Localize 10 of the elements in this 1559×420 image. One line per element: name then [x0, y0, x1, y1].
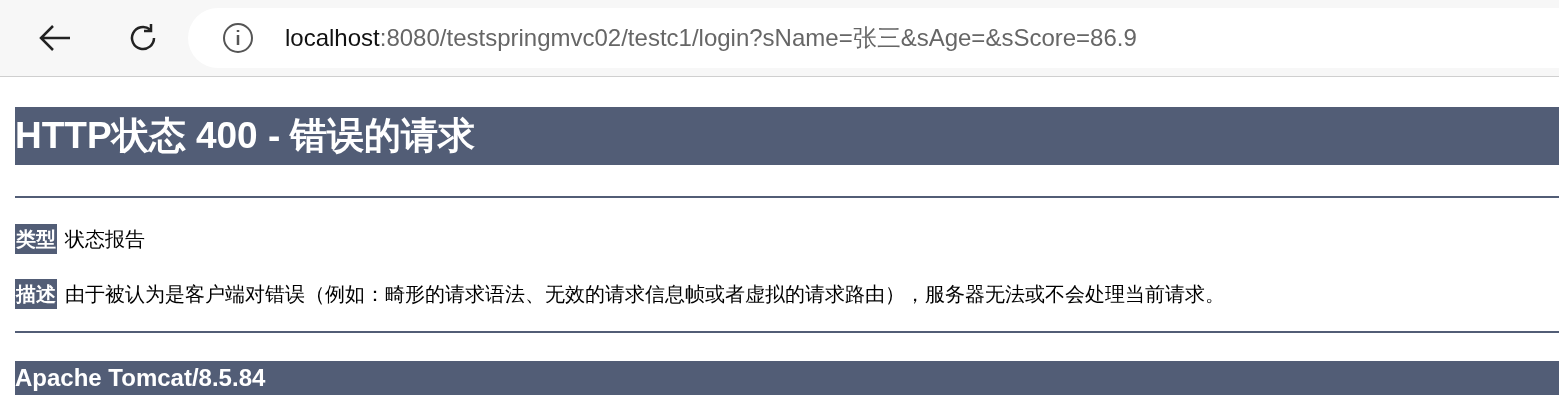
address-bar[interactable]: localhost:8080/testspringmvc02/testc1/login?sName=张三&sAge=&sScore=86.9 — [188, 8, 1559, 68]
field-value: 状态报告 — [65, 227, 145, 252]
server-version: Apache Tomcat/8.5.84 — [15, 361, 1559, 395]
info-icon — [222, 22, 254, 54]
url-text: localhost:8080/testspringmvc02/testc1/login?sName=张三&sAge=&sScore=86.9 — [285, 23, 1137, 53]
back-icon — [38, 23, 72, 53]
field-label: 描述 — [15, 279, 57, 309]
field-value: 由于被认为是客户端对错误（例如：畸形的请求语法、无效的请求信息帧或者虚拟的请求路由），服务器无法或不会处理当前请求。 — [65, 282, 1225, 307]
field-label: 类型 — [15, 224, 57, 254]
error-heading: HTTP状态 400 - 错误的请求 — [15, 107, 1559, 165]
